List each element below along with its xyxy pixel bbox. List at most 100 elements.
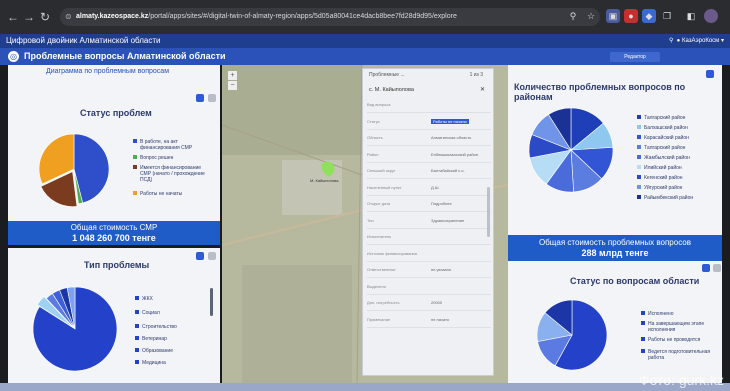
popup-field-row: Вид вопроса bbox=[367, 99, 491, 113]
popup-field-row: Доп. потребность 20000 bbox=[367, 297, 491, 311]
legend-item: Илийский район bbox=[637, 165, 682, 171]
marker-label: М. Кайыполова bbox=[310, 178, 339, 183]
chart-title: Статус по вопросам области bbox=[570, 276, 700, 286]
reload-icon[interactable]: ↻ bbox=[38, 8, 52, 26]
districts-panel: Количество проблемных вопросов по района… bbox=[508, 65, 722, 235]
expand-icon[interactable] bbox=[196, 94, 204, 102]
problem-type-pie-chart bbox=[32, 286, 118, 372]
popup-field-row: Район Енбекшиказахский район bbox=[367, 149, 491, 163]
chart-title: Количество проблемных вопросов по района… bbox=[514, 82, 686, 102]
chart-title: Тип проблемы bbox=[84, 260, 150, 270]
districts-pie-chart bbox=[528, 107, 614, 193]
user-label: КазАэроКосм bbox=[681, 38, 720, 44]
sidepanel-icon[interactable]: ◧ bbox=[684, 9, 698, 23]
extensions-icon[interactable]: ❐ bbox=[660, 9, 674, 23]
legend-item: Социал bbox=[135, 310, 160, 316]
popup-scrollbar[interactable] bbox=[487, 187, 490, 237]
legend-item: Ведется подготовительная работа bbox=[641, 349, 714, 361]
extension-icon[interactable]: ▣ bbox=[606, 9, 620, 23]
panel-header: Диаграмма по проблемным вопросам bbox=[46, 68, 170, 75]
editor-button[interactable]: Редактор bbox=[610, 52, 660, 62]
field-value: Подробнее bbox=[431, 201, 452, 206]
zoom-out-button[interactable]: − bbox=[228, 81, 237, 90]
bookmark-icon[interactable]: ☆ bbox=[584, 9, 598, 23]
close-icon[interactable]: ✕ bbox=[480, 85, 485, 95]
dashboard-header: ◎ Проблемные вопросы Алматинской области… bbox=[0, 48, 730, 65]
delete-icon[interactable] bbox=[208, 94, 216, 102]
problems-cost-summary: Общая стоимость проблемных вопросов 288 … bbox=[508, 235, 722, 261]
region-status-pie-chart bbox=[536, 299, 608, 371]
field-key: Район bbox=[367, 151, 379, 157]
expand-icon[interactable] bbox=[702, 264, 710, 272]
field-value: Балтабайский с.о. bbox=[431, 168, 465, 173]
legend-item: Жамбылский район bbox=[637, 155, 690, 161]
popup-field-row: Источник финансирования bbox=[367, 248, 491, 262]
legend-item: ЖКХ bbox=[135, 296, 153, 302]
summary-label: Общая стоимость проблемных вопросов bbox=[539, 238, 691, 247]
legend-item: Талгарский район bbox=[637, 145, 685, 151]
legend-item: Ветеринар bbox=[135, 336, 167, 342]
field-value: Енбекшиказахский район bbox=[431, 151, 479, 157]
field-value: Д.Ш. bbox=[431, 184, 440, 190]
expand-icon[interactable] bbox=[196, 252, 204, 260]
legend-item: Карасайский район bbox=[637, 135, 689, 141]
extension-icon[interactable]: ◆ bbox=[642, 9, 656, 23]
legend-item: Образование bbox=[135, 348, 173, 354]
field-key: Область bbox=[367, 135, 383, 140]
popup-field-row: Исполнитель bbox=[367, 231, 491, 245]
zoom-in-button[interactable]: + bbox=[228, 71, 237, 80]
popup-field-row: Тип Здравоохранение bbox=[367, 215, 491, 229]
user-menu[interactable]: ⚲ ● КазАэроКосм ▾ bbox=[669, 35, 724, 47]
popup-field-row: Населенный пункт Д.Ш. bbox=[367, 182, 491, 196]
field-value[interactable]: Работы не начаты bbox=[431, 118, 469, 124]
feature-popup: Проблемные ... 1 из 3 с. М. Кайыполова ✕ В… bbox=[362, 68, 494, 376]
field-key: Тип bbox=[367, 217, 374, 223]
popup-field-row: Статус Работы не начаты bbox=[367, 116, 491, 130]
popup-header: Проблемные ... 1 из 3 bbox=[369, 72, 483, 78]
summary-value: 1 048 260 700 тенге bbox=[72, 233, 156, 243]
dashboard-title: Проблемные вопросы Алматинской области bbox=[24, 51, 226, 61]
address-bar[interactable]: ⊜ almaty.kazeospace.kz/portal/apps/sites… bbox=[60, 8, 600, 26]
url-host: almaty.kazeospace.kz bbox=[76, 13, 149, 20]
legend-item: На завершающем этапе исполнения bbox=[641, 321, 714, 333]
legend-item: В работе, на акт финансирования СМР bbox=[133, 139, 210, 151]
field-key: Вид вопроса bbox=[367, 102, 391, 107]
extension-icon[interactable]: ● bbox=[624, 9, 638, 23]
legend-scrollbar[interactable] bbox=[210, 288, 213, 316]
popup-subtitle: с. М. Кайыполова ✕ bbox=[369, 85, 485, 95]
zoom-icon[interactable]: ⚲ bbox=[566, 9, 580, 23]
browser-toolbar: ← → ↻ ⊜ almaty.kazeospace.kz/portal/apps… bbox=[0, 0, 730, 34]
profile-avatar[interactable] bbox=[704, 9, 718, 23]
legend-item: Кегенский район bbox=[637, 175, 683, 181]
popup-field-row: Ответственные не указано bbox=[367, 264, 491, 278]
field-value: не указано bbox=[431, 267, 452, 272]
problem-type-panel: Тип проблемы ЖКХ Социал Строительство Ве… bbox=[8, 248, 220, 383]
field-key: Выделено bbox=[367, 283, 386, 289]
delete-icon[interactable] bbox=[208, 252, 216, 260]
popup-field-row: Выделено bbox=[367, 281, 491, 295]
legend-item: Имеется финансирование СМР (начато / про… bbox=[133, 165, 212, 183]
popup-field-row: Примечание не начато bbox=[367, 314, 491, 328]
photo-watermark: Фото: gurk.kz bbox=[638, 372, 724, 388]
region-status-panel: Статус по вопросам области Исполнено На … bbox=[508, 261, 722, 383]
legend-item: Строительство bbox=[135, 324, 177, 330]
field-value: 20000 bbox=[431, 300, 443, 305]
forward-icon[interactable]: → bbox=[22, 8, 36, 26]
legend-item: Балхашский район bbox=[637, 125, 688, 131]
legend-item: Медицина bbox=[135, 360, 166, 366]
back-icon[interactable]: ← bbox=[6, 8, 20, 26]
legend-item: Уйгурский район bbox=[637, 185, 682, 191]
field-key: Сельский округ bbox=[367, 168, 396, 173]
field-value: Алматинская область bbox=[431, 135, 472, 140]
delete-icon[interactable] bbox=[713, 264, 721, 272]
field-key: Ответственные bbox=[367, 267, 396, 272]
field-key: Исполнитель bbox=[367, 234, 392, 239]
summary-label: Общая стоимость СМР bbox=[70, 223, 158, 232]
taskbar bbox=[0, 383, 730, 391]
legend-item: Вопрос решен bbox=[133, 155, 173, 161]
expand-icon[interactable] bbox=[706, 70, 714, 78]
legend-item: Талгарский район bbox=[637, 115, 685, 121]
app-header: Цифровой двойник Алматинской области ⚲ ●… bbox=[0, 34, 730, 48]
site-info-icon[interactable]: ⊜ bbox=[65, 8, 72, 26]
legend-item: Работы не проводятся bbox=[641, 337, 700, 343]
